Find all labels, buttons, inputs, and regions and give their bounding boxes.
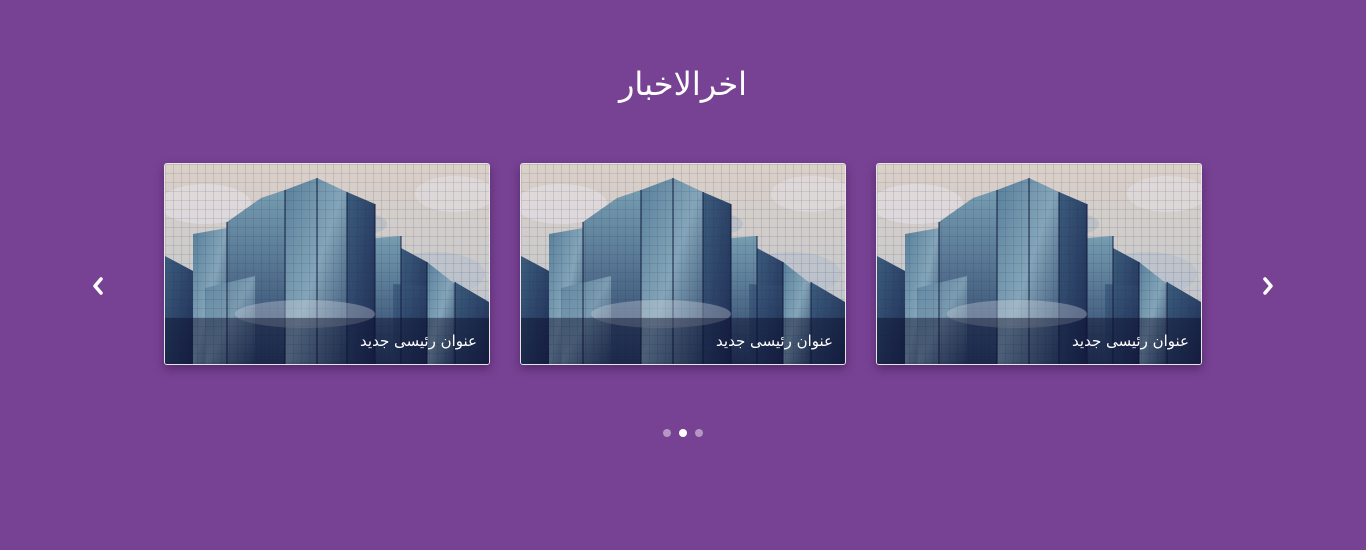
carousel-pagination <box>0 429 1366 437</box>
news-card[interactable]: عنوان رئيسى جديد <box>520 163 846 365</box>
news-card[interactable]: عنوان رئيسى جديد <box>876 163 1202 365</box>
pagination-dot[interactable] <box>695 429 703 437</box>
carousel-prev-button[interactable] <box>86 274 110 298</box>
chevron-left-icon <box>93 277 103 295</box>
news-card-caption: عنوان رئيسى جديد <box>165 318 489 364</box>
news-card-caption: عنوان رئيسى جديد <box>877 318 1201 364</box>
carousel-next-button[interactable] <box>1256 274 1280 298</box>
news-card[interactable]: عنوان رئيسى جديد <box>164 163 490 365</box>
pagination-dot[interactable] <box>679 429 687 437</box>
chevron-right-icon <box>1263 277 1273 295</box>
section-title: اخرالاخبار <box>618 65 748 103</box>
news-card-caption: عنوان رئيسى جديد <box>521 318 845 364</box>
pagination-dot[interactable] <box>663 429 671 437</box>
